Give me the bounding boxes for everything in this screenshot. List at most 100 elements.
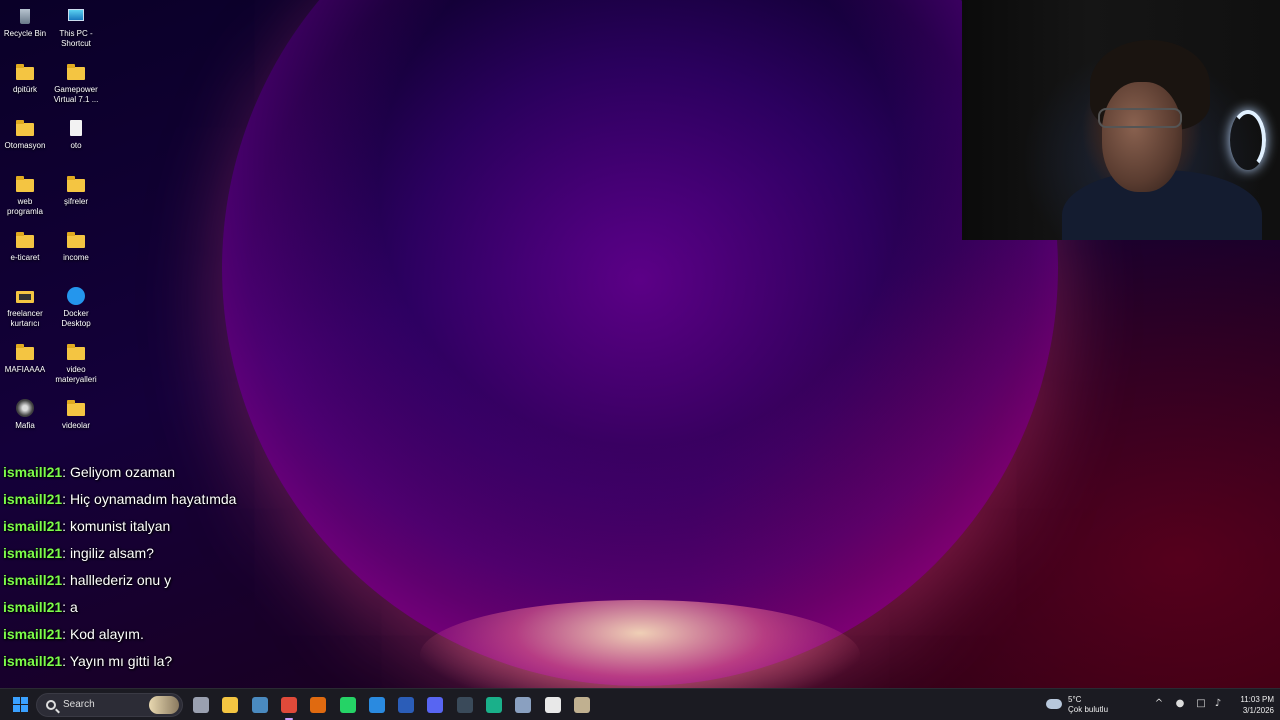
folder-icon — [15, 230, 35, 250]
desktop-icon-label: şifreler — [63, 197, 88, 206]
microphone-icon[interactable]: ● — [1174, 698, 1186, 710]
desktop-icon-mafia[interactable]: Mafia — [0, 398, 50, 431]
desktop-icon-otomasyon[interactable]: Otomasyon — [0, 118, 50, 151]
desktop-icon-mafiaaaa[interactable]: MAFIAAAA — [0, 342, 50, 375]
desktop-icon-label: dpitürk — [12, 85, 37, 94]
chat-username: ismaill21 — [3, 464, 63, 480]
system-clock[interactable]: 11:03 PM 3/1/2026 — [1228, 694, 1274, 716]
taskbar-search-box[interactable]: Search — [36, 693, 183, 717]
capcut-icon — [457, 697, 473, 713]
stream-chat-overlay: ismaill21: Geliyom ozaman ismaill21: Hiç… — [3, 462, 303, 678]
folder-icon — [15, 174, 35, 194]
chat-text: halllederiz onu y — [69, 572, 172, 588]
chat-message: ismaill21: Kod alayım. — [3, 626, 144, 642]
docker-icon — [66, 286, 86, 306]
mafia-game-icon — [15, 398, 35, 418]
folder-icon — [66, 230, 86, 250]
desktop-icon-label: income — [63, 253, 89, 262]
app-orange-icon — [310, 697, 326, 713]
folder-icon — [15, 118, 35, 138]
desktop-icon-recycle-bin[interactable]: Recycle Bin — [0, 6, 50, 39]
taskbar-app-button[interactable] — [423, 693, 447, 717]
desktop-icon-video-materyalleri[interactable]: video materyalleri — [51, 342, 101, 385]
taskbar-app-button[interactable] — [511, 693, 535, 717]
taskbar-app-button[interactable] — [541, 693, 565, 717]
chat-username: ismaill21 — [3, 599, 63, 615]
search-highlight-image — [149, 696, 179, 714]
file-explorer-icon — [222, 697, 238, 713]
chat-text: Yayın mı gitti la? — [69, 653, 173, 669]
chat-message: ismaill21: Hiç oynamadım hayatımda — [3, 491, 237, 507]
desktop-icon-sifreler[interactable]: şifreler — [51, 174, 101, 207]
desktop-icon-this-pc[interactable]: This PC - Shortcut — [51, 6, 101, 49]
cloud-icon — [1046, 699, 1062, 709]
chat-message: ismaill21: a — [3, 599, 78, 615]
steam-icon — [252, 697, 268, 713]
desktop-icon-label: freelancer kurtarıcı — [7, 309, 43, 328]
chat-username: ismaill21 — [3, 626, 63, 642]
desktop-icon-oto[interactable]: oto — [51, 118, 101, 151]
taskbar-app-button[interactable] — [336, 693, 360, 717]
desktop-icon-label: Otomasyon — [4, 141, 46, 150]
webcam-overlay — [962, 0, 1280, 240]
desktop-icon-label: videolar — [61, 421, 90, 430]
clock-date: 3/1/2026 — [1242, 706, 1274, 715]
desktop-icon-income[interactable]: income — [51, 230, 101, 263]
taskbar-app-button[interactable] — [482, 693, 506, 717]
desktop-icon-gamepower[interactable]: Gamepower Virtual 7.1 ... — [51, 62, 101, 105]
chat-message: ismaill21: Yayın mı gitti la? — [3, 653, 173, 669]
whatsapp-icon — [340, 697, 356, 713]
desktop-icon-label: web programla — [6, 197, 43, 216]
taskbar-app-button[interactable] — [570, 693, 594, 717]
chat-username: ismaill21 — [3, 491, 63, 507]
chat-message: ismaill21: halllederiz onu y — [3, 572, 172, 588]
chat-message: ismaill21: ingiliz alsam? — [3, 545, 154, 561]
desktop-icon-videolar[interactable]: videolar — [51, 398, 101, 431]
desktop-icon-e-ticaret[interactable]: e-ticaret — [0, 230, 50, 263]
task-view-icon — [193, 697, 209, 713]
taskbar-app-button[interactable] — [394, 693, 418, 717]
taskbar: Search 5°C Çok bulutlu ^ ● □ ♪ 11:03 PM … — [0, 688, 1280, 720]
desktop-icon-docker[interactable]: Docker Desktop — [51, 286, 101, 329]
webcam-person-face — [1102, 82, 1182, 192]
taskbar-app-button[interactable] — [306, 693, 330, 717]
start-button[interactable] — [9, 693, 33, 717]
desktop-icon-label: oto — [70, 141, 82, 150]
desktop-icon-label: MAFIAAAA — [4, 365, 46, 374]
taskbar-app-button[interactable] — [277, 693, 301, 720]
webcam-glasses — [1098, 108, 1182, 128]
chat-username: ismaill21 — [3, 572, 63, 588]
volume-icon[interactable]: ♪ — [1212, 698, 1224, 710]
taskbar-app-button[interactable] — [189, 693, 213, 717]
word-icon — [398, 697, 414, 713]
chat-text: ingiliz alsam? — [69, 545, 154, 561]
desktop-icon-label: Recycle Bin — [3, 29, 47, 38]
folder-icon — [15, 286, 35, 306]
desktop-icon-label: video materyalleri — [55, 365, 97, 384]
taskbar-app-button[interactable] — [365, 693, 389, 717]
chat-username: ismaill21 — [3, 545, 63, 561]
vscode-icon — [369, 697, 385, 713]
weather-widget[interactable]: 5°C Çok bulutlu — [1044, 693, 1124, 717]
notepad-icon — [545, 697, 561, 713]
desktop-icon-freelancer[interactable]: freelancer kurtarıcı — [0, 286, 50, 329]
chat-text: komunist italyan — [69, 518, 171, 534]
clock-time: 11:03 PM — [1240, 695, 1274, 704]
desktop-icon-label: This PC - Shortcut — [59, 29, 93, 48]
desktop-icon-web-programla[interactable]: web programla — [0, 174, 50, 217]
taskbar-app-button[interactable] — [453, 693, 477, 717]
folder-icon — [15, 62, 35, 82]
chat-message: ismaill21: Geliyom ozaman — [3, 464, 175, 480]
chevron-up-icon[interactable]: ^ — [1153, 698, 1165, 710]
this-pc-icon — [66, 6, 86, 26]
taskbar-app-button[interactable] — [248, 693, 272, 717]
app-gear-icon — [515, 697, 531, 713]
recycle-bin-icon — [15, 6, 35, 26]
taskbar-app-button[interactable] — [218, 693, 242, 717]
mafia-taskbar-icon — [574, 697, 590, 713]
desktop-icon-dpiturk[interactable]: dpitürk — [0, 62, 50, 95]
network-icon[interactable]: □ — [1195, 698, 1207, 710]
folder-icon — [66, 342, 86, 362]
discord-icon — [427, 697, 443, 713]
weather-description: Çok bulutlu — [1068, 705, 1109, 714]
